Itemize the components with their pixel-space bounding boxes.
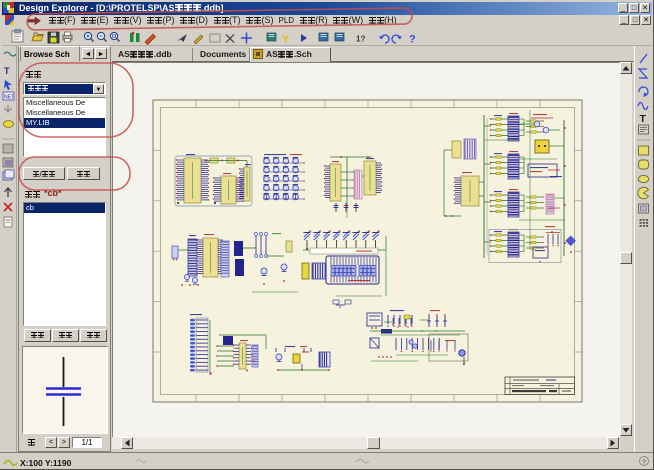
svg-text:Y: Y bbox=[282, 34, 290, 46]
svg-text:T: T bbox=[4, 66, 10, 76]
svg-text:?: ? bbox=[642, 460, 646, 467]
svg-text:T: T bbox=[640, 113, 647, 125]
svg-text:?: ? bbox=[409, 34, 416, 46]
svg-text:NET: NET bbox=[4, 95, 14, 101]
svg-text:1?: 1? bbox=[356, 35, 365, 44]
